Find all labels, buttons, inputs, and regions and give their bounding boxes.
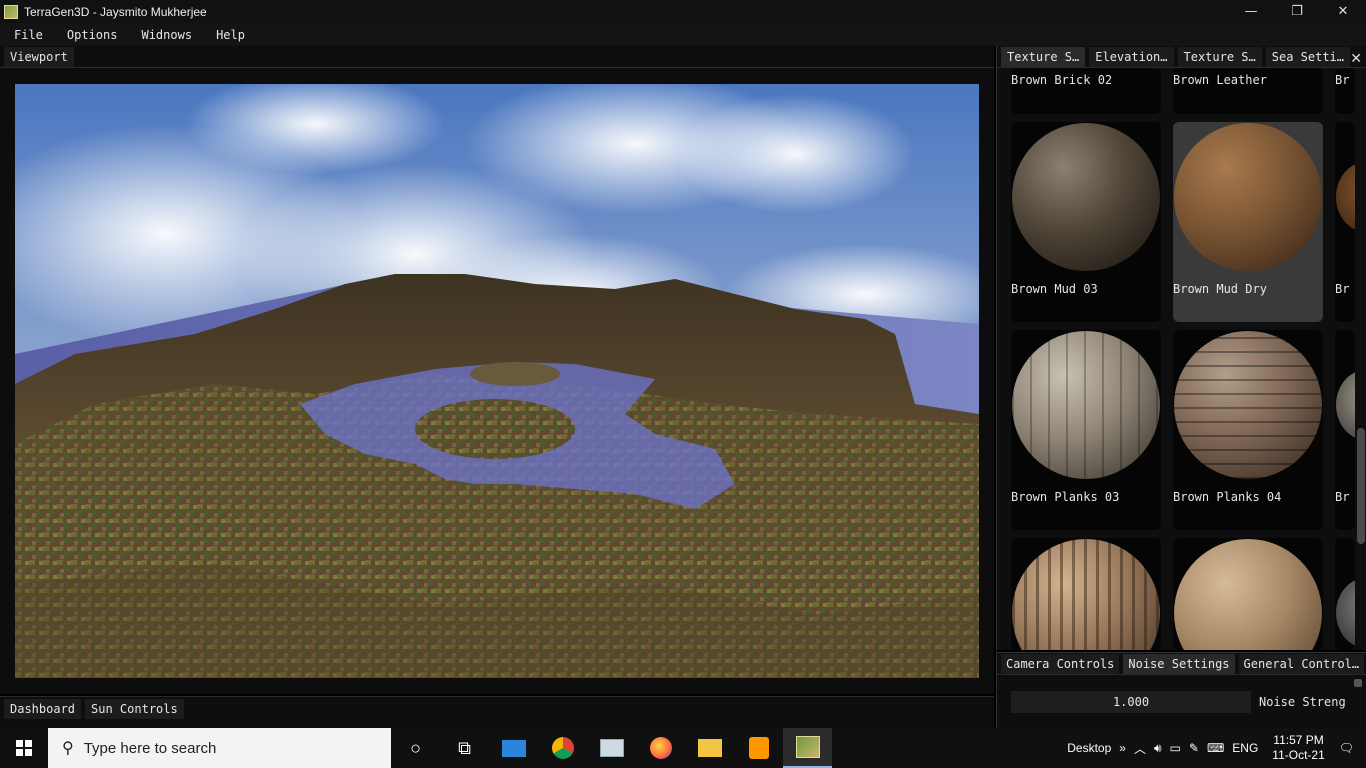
- texture-tile-brown-brick-02[interactable]: Brown Brick 02: [1011, 68, 1161, 114]
- chevron-icon[interactable]: »: [1119, 741, 1126, 755]
- taskbar-search-box[interactable]: ⚲ Type here to search: [48, 728, 391, 768]
- menu-options[interactable]: Options: [59, 28, 126, 42]
- windows-start-icon[interactable]: [0, 728, 48, 768]
- texture-preview-sphere: [1174, 123, 1322, 271]
- clock[interactable]: 11:57 PM 11-Oct-21: [1272, 733, 1324, 763]
- terrain-viewport-canvas[interactable]: [15, 84, 979, 678]
- scrollbar-thumb[interactable]: [1357, 428, 1365, 544]
- tab-elevation[interactable]: Elevation…: [1089, 47, 1174, 67]
- minimize-button[interactable]: —: [1228, 0, 1274, 23]
- texture-preview-sphere: [1174, 331, 1322, 479]
- dashboard-tabs: Dashboard Sun Controls: [0, 697, 994, 719]
- search-placeholder: Type here to search: [83, 739, 217, 757]
- keyboard-icon[interactable]: ⌨: [1207, 741, 1224, 755]
- photos-icon[interactable]: [587, 728, 636, 768]
- texture-tile-brown-mud-dry[interactable]: Brown Mud Dry: [1173, 122, 1323, 322]
- texture-tile-brown-mud-03[interactable]: Brown Mud 03: [1011, 122, 1161, 322]
- texture-label: Brown Mud 03: [1011, 282, 1098, 296]
- viewport-panel: Viewport: [0, 46, 994, 694]
- tab-viewport[interactable]: Viewport: [4, 47, 74, 67]
- texture-tile-partial[interactable]: Br: [1335, 68, 1355, 114]
- noise-strength-row: 1.000 Noise Streng: [1011, 691, 1346, 713]
- desktop-label[interactable]: Desktop: [1067, 741, 1111, 755]
- sublime-text-icon[interactable]: [734, 728, 783, 768]
- texture-tile-brown-leather[interactable]: Brown Leather: [1173, 68, 1323, 114]
- texture-label: Br: [1335, 73, 1350, 87]
- title-bar: TerraGen3D - Jaysmito Mukherjee — ❐ ✕: [0, 0, 1366, 23]
- tab-sea-settings[interactable]: Sea Setti…: [1265, 47, 1350, 67]
- restore-button[interactable]: ❐: [1274, 0, 1320, 23]
- cortana-icon[interactable]: ○: [391, 728, 440, 768]
- noise-strength-label: Noise Streng: [1259, 695, 1346, 709]
- texture-preview-sphere: [1012, 331, 1160, 479]
- menu-windows[interactable]: Widnows: [133, 28, 200, 42]
- controls-panel-tabs: Camera Controls Noise Settings General C…: [997, 653, 1366, 675]
- clock-date: 11-Oct-21: [1272, 748, 1325, 762]
- viewport-tabbar: Viewport: [0, 46, 994, 68]
- controls-panel-scrollbar[interactable]: [1354, 679, 1362, 687]
- menu-file[interactable]: File: [6, 28, 51, 42]
- texture-tile-partial[interactable]: Br: [1335, 122, 1355, 322]
- language-indicator[interactable]: ENG: [1232, 741, 1258, 755]
- clock-time: 11:57 PM: [1273, 733, 1324, 747]
- texture-label: Brown Planks 03: [1011, 490, 1120, 504]
- windows-taskbar: ⚲ Type here to search ○ ⧉ Desktop » ︿ 🔊︎…: [0, 728, 1366, 768]
- texture-label: Brown Mud Dry: [1173, 282, 1267, 296]
- menu-bar: File Options Widnows Help: [0, 23, 1366, 46]
- network-icon[interactable]: ▭: [1170, 741, 1181, 755]
- dashboard-panel: Dashboard Sun Controls: [0, 696, 994, 728]
- texture-tile-wood-rough[interactable]: [1173, 538, 1323, 650]
- task-view-icon[interactable]: ⧉: [440, 728, 489, 768]
- notifications-icon[interactable]: 🗨︎: [1339, 741, 1354, 755]
- pen-icon[interactable]: ✎: [1189, 741, 1199, 755]
- texture-tile-partial[interactable]: [1335, 538, 1355, 650]
- texture-preview-sphere: [1174, 539, 1322, 650]
- firefox-icon[interactable]: [636, 728, 685, 768]
- show-hidden-icons-icon[interactable]: ︿: [1134, 740, 1146, 757]
- texture-label: Brown Leather: [1173, 73, 1267, 87]
- texture-label: Br: [1335, 282, 1350, 296]
- tab-texture-settings[interactable]: Texture S…: [1177, 47, 1262, 67]
- texture-label: Brown Planks 04: [1173, 490, 1282, 504]
- window-controls: — ❐ ✕: [1228, 0, 1366, 23]
- file-explorer-icon[interactable]: [685, 728, 734, 768]
- window-title: TerraGen3D - Jaysmito Mukherjee: [24, 4, 207, 19]
- texture-label: Br: [1335, 490, 1350, 504]
- close-icon[interactable]: ✕: [1350, 51, 1362, 67]
- mail-icon[interactable]: [489, 728, 538, 768]
- texture-preview-sphere: [1336, 162, 1355, 232]
- texture-preview-sphere: [1336, 578, 1355, 648]
- tab-general-controls[interactable]: General Control…: [1238, 654, 1365, 674]
- close-button[interactable]: ✕: [1320, 0, 1366, 23]
- texture-panel-tabs: Texture S… Elevation… Texture S… Sea Set…: [997, 46, 1366, 68]
- texture-panel-scrollbar[interactable]: [1355, 68, 1366, 650]
- texture-tile-partial[interactable]: Br: [1335, 330, 1355, 530]
- tab-sun-controls[interactable]: Sun Controls: [85, 699, 184, 719]
- texture-preview-sphere: [1012, 123, 1160, 271]
- terrain-render: [15, 84, 979, 678]
- texture-preview-sphere: [1336, 370, 1355, 440]
- texture-preview-sphere: [1012, 539, 1160, 650]
- tab-noise-settings[interactable]: Noise Settings: [1123, 654, 1235, 674]
- search-icon: ⚲: [62, 740, 74, 757]
- tab-dashboard[interactable]: Dashboard: [4, 699, 82, 719]
- texture-tile-brown-planks-03[interactable]: Brown Planks 03: [1011, 330, 1161, 530]
- texture-tile-wood-planks[interactable]: [1011, 538, 1161, 650]
- system-tray: Desktop » ︿ 🔊︎ ▭ ✎ ⌨ ENG 11:57 PM 11-Oct…: [1063, 728, 1366, 768]
- tab-texture-store[interactable]: Texture S…: [1001, 47, 1086, 67]
- noise-strength-slider[interactable]: 1.000: [1011, 691, 1251, 713]
- texture-store-panel: Texture S… Elevation… Texture S… Sea Set…: [996, 46, 1366, 650]
- terragen-icon[interactable]: [783, 728, 832, 768]
- texture-tile-brown-planks-04[interactable]: Brown Planks 04: [1173, 330, 1323, 530]
- volume-icon[interactable]: 🔊︎: [1154, 741, 1162, 756]
- menu-help[interactable]: Help: [208, 28, 253, 42]
- tab-camera-controls[interactable]: Camera Controls: [1001, 654, 1120, 674]
- terragen-app-icon: [4, 4, 18, 19]
- controls-panel: Camera Controls Noise Settings General C…: [996, 652, 1366, 728]
- chrome-icon[interactable]: [538, 728, 587, 768]
- texture-label: Brown Brick 02: [1011, 73, 1113, 87]
